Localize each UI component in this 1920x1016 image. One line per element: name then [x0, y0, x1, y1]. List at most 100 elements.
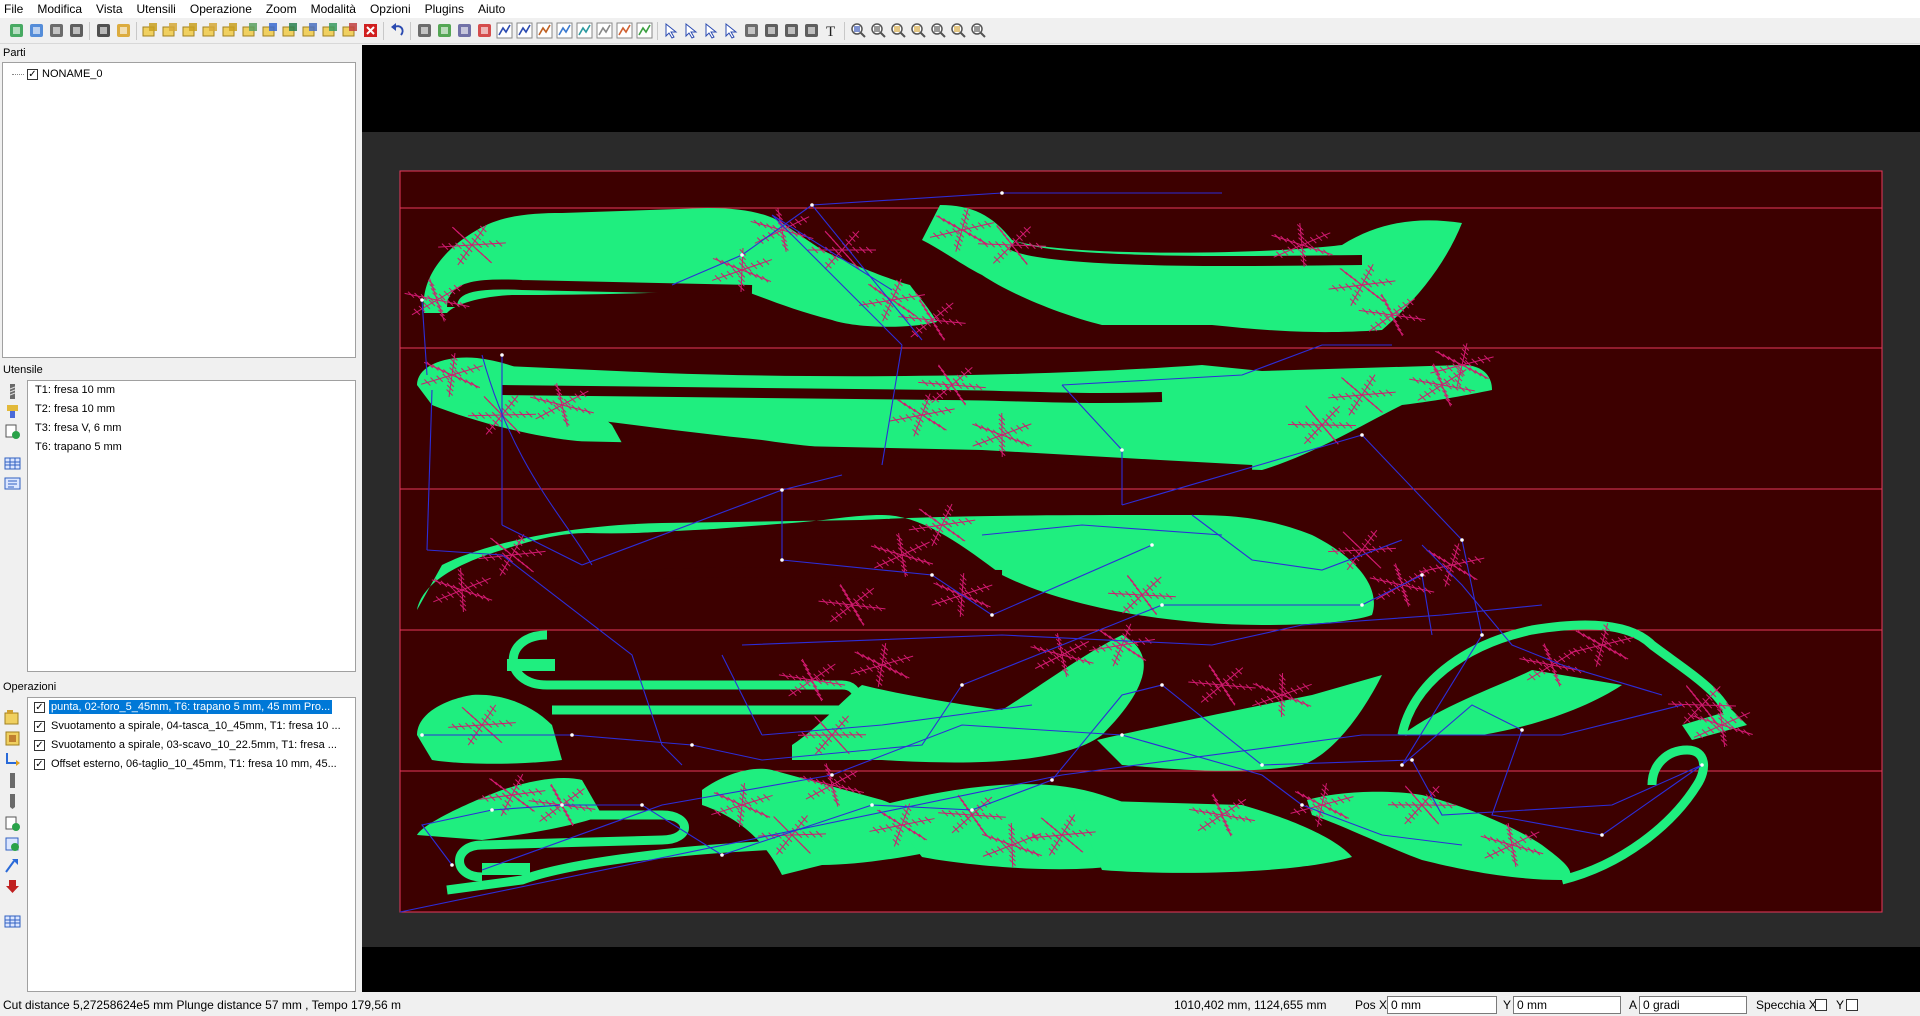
layers-b-icon[interactable]	[436, 22, 453, 39]
operation-row[interactable]: ✓ Svuotamento a spirale, 03-scavo_10_22.5…	[34, 736, 354, 754]
pos-x-input[interactable]	[1387, 996, 1497, 1014]
path-c-icon[interactable]	[536, 22, 553, 39]
part-c-icon[interactable]	[202, 22, 219, 39]
tool-library-icon[interactable]	[115, 22, 132, 39]
move-icon[interactable]	[763, 22, 780, 39]
zoom-sel-icon[interactable]	[950, 22, 967, 39]
menu-modifica[interactable]: Modifica	[30, 0, 89, 18]
layers-a-icon[interactable]	[416, 22, 433, 39]
node-add-icon[interactable]	[703, 22, 720, 39]
menu-utensili[interactable]: Utensili	[130, 0, 183, 18]
tool-row[interactable]: T3: fresa V, 6 mm	[35, 419, 121, 437]
part-h-icon[interactable]	[302, 22, 319, 39]
op-simulate-icon[interactable]	[4, 836, 21, 853]
checkbox-icon[interactable]: ✓	[34, 701, 45, 713]
zoom-all-icon[interactable]	[930, 22, 947, 39]
path-node	[720, 853, 724, 857]
pos-y-input[interactable]	[1513, 996, 1621, 1014]
undo-icon[interactable]	[389, 22, 406, 39]
part-i-icon[interactable]	[322, 22, 339, 39]
crop-icon[interactable]	[783, 22, 800, 39]
part-b-icon[interactable]	[182, 22, 199, 39]
zoom-window-icon[interactable]	[910, 22, 927, 39]
part-j-icon[interactable]	[342, 22, 359, 39]
operation-row[interactable]: ✓ Offset esterno, 06-taglio_10_45mm, T1: …	[34, 755, 354, 773]
zoom-out-icon[interactable]	[870, 22, 887, 39]
op-path-icon[interactable]	[4, 857, 21, 874]
op-new-icon[interactable]	[4, 709, 21, 726]
op-toolpath-icon[interactable]	[4, 751, 21, 768]
operation-row[interactable]: ✓ Svuotamento a spirale, 04-tasca_10_45mm…	[34, 717, 354, 735]
node-edit-icon[interactable]	[683, 22, 700, 39]
toolpath-drawing[interactable]	[362, 45, 1920, 992]
menu-opzioni[interactable]: Opzioni	[363, 0, 418, 18]
new-icon[interactable]	[8, 22, 25, 39]
op-drill-icon[interactable]	[4, 772, 21, 789]
window-icon[interactable]	[456, 22, 473, 39]
add-part-icon[interactable]	[142, 22, 159, 39]
text-icon[interactable]: T	[823, 22, 840, 39]
select-icon[interactable]	[663, 22, 680, 39]
delete-icon[interactable]	[362, 22, 379, 39]
checkbox-icon[interactable]: ✓	[34, 739, 45, 751]
rect-select-icon[interactable]	[803, 22, 820, 39]
print-icon[interactable]	[68, 22, 85, 39]
operation-row[interactable]: ✓ punta, 02-foro_5_45mm, T6: trapano 5 mm…	[34, 698, 354, 716]
mirror-x-label: Specchia X	[1756, 998, 1817, 1012]
node-del-icon[interactable]	[723, 22, 740, 39]
path-node	[450, 863, 454, 867]
part-a-icon[interactable]	[162, 22, 179, 39]
path-b-icon[interactable]	[516, 22, 533, 39]
path-node	[690, 743, 694, 747]
tree-item-noname[interactable]: ✓ NONAME_0	[12, 68, 103, 80]
part-e-icon[interactable]	[242, 22, 259, 39]
tool-new-icon[interactable]	[4, 423, 21, 440]
tool-library-icon[interactable]	[4, 403, 21, 420]
save-icon[interactable]	[48, 22, 65, 39]
op-mill-icon[interactable]	[4, 793, 21, 810]
zoom-in-icon[interactable]	[850, 22, 867, 39]
path-node	[1480, 633, 1484, 637]
path-e-icon[interactable]	[576, 22, 593, 39]
menu-aiuto[interactable]: Aiuto	[471, 0, 512, 18]
menu-operazione[interactable]: Operazione	[183, 0, 259, 18]
path-a-icon[interactable]	[496, 22, 513, 39]
cad-viewport[interactable]	[362, 45, 1920, 992]
op-table-icon[interactable]	[4, 913, 21, 930]
path-h-icon[interactable]	[636, 22, 653, 39]
menu-zoom[interactable]: Zoom	[259, 0, 304, 18]
mirror-y-checkbox[interactable]	[1846, 999, 1858, 1011]
tool-endmill-icon[interactable]	[4, 383, 21, 400]
tool-row[interactable]: T6: trapano 5 mm	[35, 438, 122, 456]
tool-row[interactable]: T1: fresa 10 mm	[35, 381, 115, 399]
part-d-icon[interactable]	[222, 22, 239, 39]
op-export-icon[interactable]	[4, 878, 21, 895]
tool-table-icon[interactable]	[4, 455, 21, 472]
checkbox-icon[interactable]: ✓	[34, 758, 45, 770]
part-f-icon[interactable]	[262, 22, 279, 39]
angle-input[interactable]	[1639, 996, 1747, 1014]
path-node	[930, 573, 934, 577]
part-g-icon[interactable]	[282, 22, 299, 39]
mirror-x-checkbox[interactable]	[1815, 999, 1827, 1011]
path-f-icon[interactable]	[596, 22, 613, 39]
menu-vista[interactable]: Vista	[89, 0, 129, 18]
op-doc-icon[interactable]	[4, 815, 21, 832]
zoom-prev-icon[interactable]	[970, 22, 987, 39]
op-edit-icon[interactable]	[4, 730, 21, 747]
menu-modalit[interactable]: Modalità	[304, 0, 363, 18]
open-icon[interactable]	[28, 22, 45, 39]
select-rect-icon[interactable]	[476, 22, 493, 39]
checkbox-icon[interactable]: ✓	[27, 68, 38, 80]
zoom-fit-icon[interactable]	[890, 22, 907, 39]
tool-list-icon[interactable]	[4, 475, 21, 492]
transform-icon[interactable]	[743, 22, 760, 39]
tool-row[interactable]: T2: fresa 10 mm	[35, 400, 115, 418]
menu-file[interactable]: File	[0, 0, 30, 18]
calculator-icon[interactable]	[95, 22, 112, 39]
checkbox-icon[interactable]: ✓	[34, 720, 45, 732]
path-d-icon[interactable]	[556, 22, 573, 39]
tree-item-label: NONAME_0	[42, 68, 103, 80]
menu-plugins[interactable]: Plugins	[418, 0, 471, 18]
path-g-icon[interactable]	[616, 22, 633, 39]
